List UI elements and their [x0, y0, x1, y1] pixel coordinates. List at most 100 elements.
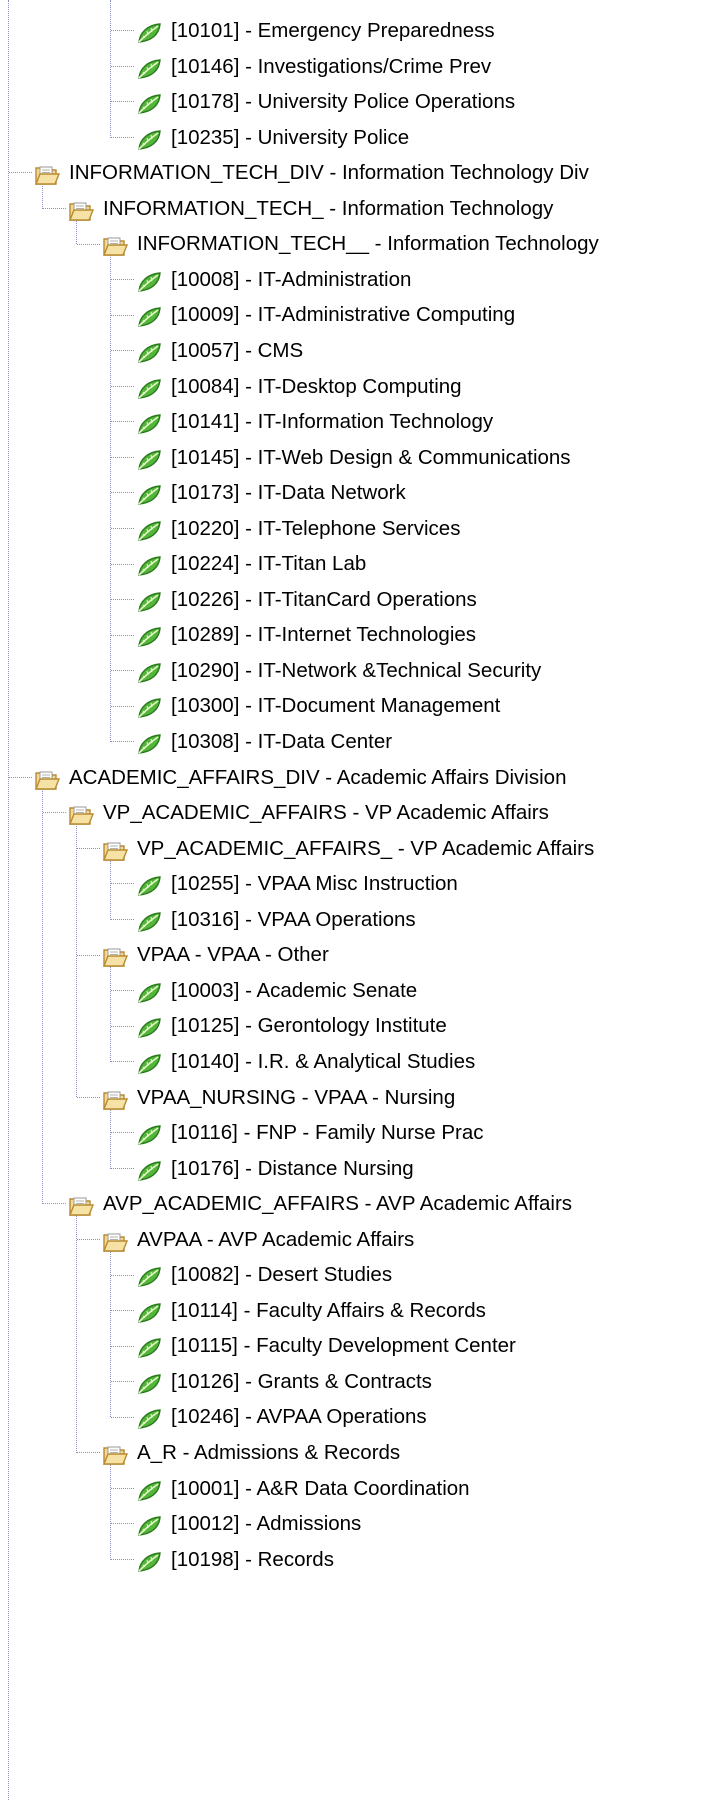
tree-leaf-node[interactable]: [10009] - IT-Administrative Computing — [136, 297, 515, 333]
tree-connector — [111, 599, 134, 601]
tree-guide-line — [76, 1215, 78, 1453]
tree-leaf-node[interactable]: [10224] - IT-Titan Lab — [136, 546, 366, 582]
tree-leaf-node[interactable]: [10246] - AVPAA Operations — [136, 1399, 427, 1435]
tree-leaf-node[interactable]: [10308] - IT-Data Center — [136, 724, 392, 760]
tree-leaf-node[interactable]: [10125] - Gerontology Institute — [136, 1008, 447, 1044]
tree-folder-node[interactable]: VP_ACADEMIC_AFFAIRS - VP Academic Affair… — [68, 795, 549, 831]
tree-node-label: [10146] - Investigations/Crime Prev — [171, 54, 492, 78]
tree-guide-line — [110, 966, 112, 1062]
tree-leaf-node[interactable]: [10290] - IT-Network &Technical Security — [136, 653, 541, 689]
tree-leaf-node[interactable]: [10198] - Records — [136, 1542, 334, 1578]
open-folder-icon — [68, 198, 95, 221]
tree-leaf-node[interactable]: [10226] - IT-TitanCard Operations — [136, 582, 477, 618]
tree-connector — [111, 1132, 134, 1134]
tree-node-label: [10057] - CMS — [171, 338, 304, 362]
tree-leaf-node[interactable]: [10178] - University Police Operations — [136, 84, 515, 120]
tree-node-label: [10300] - IT-Document Management — [171, 694, 501, 718]
tree-leaf-node[interactable]: [10140] - I.R. & Analytical Studies — [136, 1044, 475, 1080]
tree-node-label: A_R - Admissions & Records — [137, 1441, 401, 1464]
leaf-icon — [136, 909, 162, 932]
tree-connector — [111, 563, 134, 565]
leaf-icon — [136, 20, 162, 43]
tree-leaf-node[interactable]: [10235] - University Police — [136, 120, 409, 156]
tree-node-label: [10224] - IT-Titan Lab — [171, 552, 367, 576]
tree-leaf-node[interactable]: [10255] - VPAA Misc Instruction — [136, 866, 458, 902]
tree-leaf-node[interactable]: [10084] - IT-Desktop Computing — [136, 369, 462, 405]
tree-leaf-node[interactable]: [10082] - Desert Studies — [136, 1257, 392, 1293]
tree-connector — [111, 350, 134, 352]
tree-folder-node[interactable]: VP_ACADEMIC_AFFAIRS_ - VP Academic Affai… — [102, 831, 594, 867]
tree-folder-node[interactable]: AVPAA - AVP Academic Affairs — [102, 1222, 414, 1258]
leaf-icon — [136, 269, 162, 292]
tree-node-label: [10116] - FNP - Family Nurse Prac — [171, 1121, 484, 1145]
tree-leaf-node[interactable]: [10289] - IT-Internet Technologies — [136, 617, 476, 653]
leaf-icon — [136, 1549, 162, 1572]
tree-folder-node[interactable]: INFORMATION_TECH_DIV - Information Techn… — [34, 155, 589, 191]
tree-connector — [43, 1203, 66, 1205]
tree-leaf-node[interactable]: [10057] - CMS — [136, 333, 303, 369]
leaf-icon — [136, 1478, 162, 1501]
tree-node-label: AVP_ACADEMIC_AFFAIRS - AVP Academic Affa… — [103, 1192, 573, 1216]
tree-node-label: [10001] - A&R Data Coordination — [171, 1476, 470, 1500]
leaf-icon — [136, 873, 162, 896]
tree-leaf-node[interactable]: [10012] - Admissions — [136, 1506, 361, 1542]
tree-leaf-node[interactable]: [10001] - A&R Data Coordination — [136, 1471, 470, 1507]
tree-connector — [111, 1523, 134, 1525]
tree-leaf-node[interactable]: [10003] - Academic Senate — [136, 973, 417, 1009]
tree-leaf-node[interactable]: [10116] - FNP - Family Nurse Prac — [136, 1115, 484, 1151]
leaf-icon — [136, 553, 162, 577]
tree-leaf-node[interactable]: [10115] - Faculty Development Center — [136, 1328, 516, 1364]
tree-connector — [77, 1452, 100, 1454]
tree-leaf-node[interactable]: [10300] - IT-Document Management — [136, 688, 500, 724]
tree-node-label: VPAA - VPAA - Other — [137, 943, 329, 967]
tree-folder-node[interactable]: ACADEMIC_AFFAIRS_DIV - Academic Affairs … — [34, 760, 566, 796]
tree-folder-node[interactable]: AVP_ACADEMIC_AFFAIRS - AVP Academic Affa… — [68, 1186, 572, 1222]
tree-leaf-node[interactable]: [10173] - IT-Data Network — [136, 475, 406, 511]
tree-leaf-node[interactable]: [10146] - Investigations/Crime Prev — [136, 49, 491, 85]
tree-leaf-node[interactable]: [10008] - IT-Administration — [136, 262, 411, 298]
tree-leaf-node[interactable]: [10316] - VPAA Operations — [136, 902, 416, 938]
tree-folder-node[interactable]: INFORMATION_TECH__ - Information Technol… — [102, 226, 599, 262]
tree-leaf-node[interactable]: [10220] - IT-Telephone Services — [136, 511, 460, 547]
tree-leaf-node[interactable]: [10101] - Emergency Preparedness — [136, 13, 495, 49]
tree-connector — [111, 1381, 134, 1383]
tree-leaf-node[interactable]: [10141] - IT-Information Technology — [136, 404, 493, 440]
leaf-icon — [136, 340, 162, 363]
tree-connector — [111, 1025, 134, 1027]
tree-node-label: [10115] - Faculty Development Center — [171, 1334, 516, 1358]
tree-connector — [111, 30, 134, 32]
tree-node-label: [10140] - I.R. & Analytical Studies — [171, 1049, 476, 1073]
tree-leaf-node[interactable]: [10114] - Faculty Affairs & Records — [136, 1293, 486, 1329]
tree-leaf-node[interactable]: [10176] - Distance Nursing — [136, 1151, 414, 1187]
tree-leaf-node[interactable]: [10145] - IT-Web Design & Communications — [136, 440, 571, 476]
leaf-icon — [136, 624, 162, 648]
leaf-icon — [136, 447, 162, 470]
tree-folder-node[interactable]: INFORMATION_TECH_ - Information Technolo… — [68, 191, 553, 227]
leaf-icon — [136, 127, 162, 150]
tree-leaf-node[interactable]: [10126] - Grants & Contracts — [136, 1364, 432, 1400]
tree-connector — [111, 314, 134, 316]
open-folder-icon — [102, 944, 129, 967]
tree-node-label: INFORMATION_TECH_DIV - Information Techn… — [69, 161, 589, 185]
tree-node-label: [10125] - Gerontology Institute — [171, 1014, 447, 1038]
tree-folder-node[interactable]: A_R - Admissions & Records — [102, 1435, 400, 1471]
leaf-icon — [136, 695, 162, 719]
tree-connector — [111, 1061, 134, 1063]
tree-node-label: [10246] - AVPAA Operations — [171, 1405, 427, 1429]
tree-guide-line — [42, 788, 44, 1205]
leaf-icon — [136, 1335, 162, 1359]
tree-connector — [111, 705, 134, 707]
leaf-icon — [136, 1264, 162, 1288]
open-folder-icon — [102, 1087, 129, 1110]
tree-folder-node[interactable]: VPAA_NURSING - VPAA - Nursing — [102, 1080, 455, 1116]
tree-guide-line — [8, 0, 10, 1800]
tree-node-label: [10145] - IT-Web Design & Communications — [171, 445, 571, 469]
tree-guide-line — [110, 1250, 112, 1418]
tree-node-label: [10290] - IT-Network &Technical Security — [171, 658, 542, 682]
leaf-icon — [136, 731, 162, 754]
tree-connector — [111, 883, 134, 885]
tree-folder-node[interactable]: VPAA - VPAA - Other — [102, 937, 329, 973]
open-folder-icon — [68, 802, 95, 825]
leaf-icon — [136, 1158, 162, 1181]
leaf-icon — [136, 1051, 162, 1074]
